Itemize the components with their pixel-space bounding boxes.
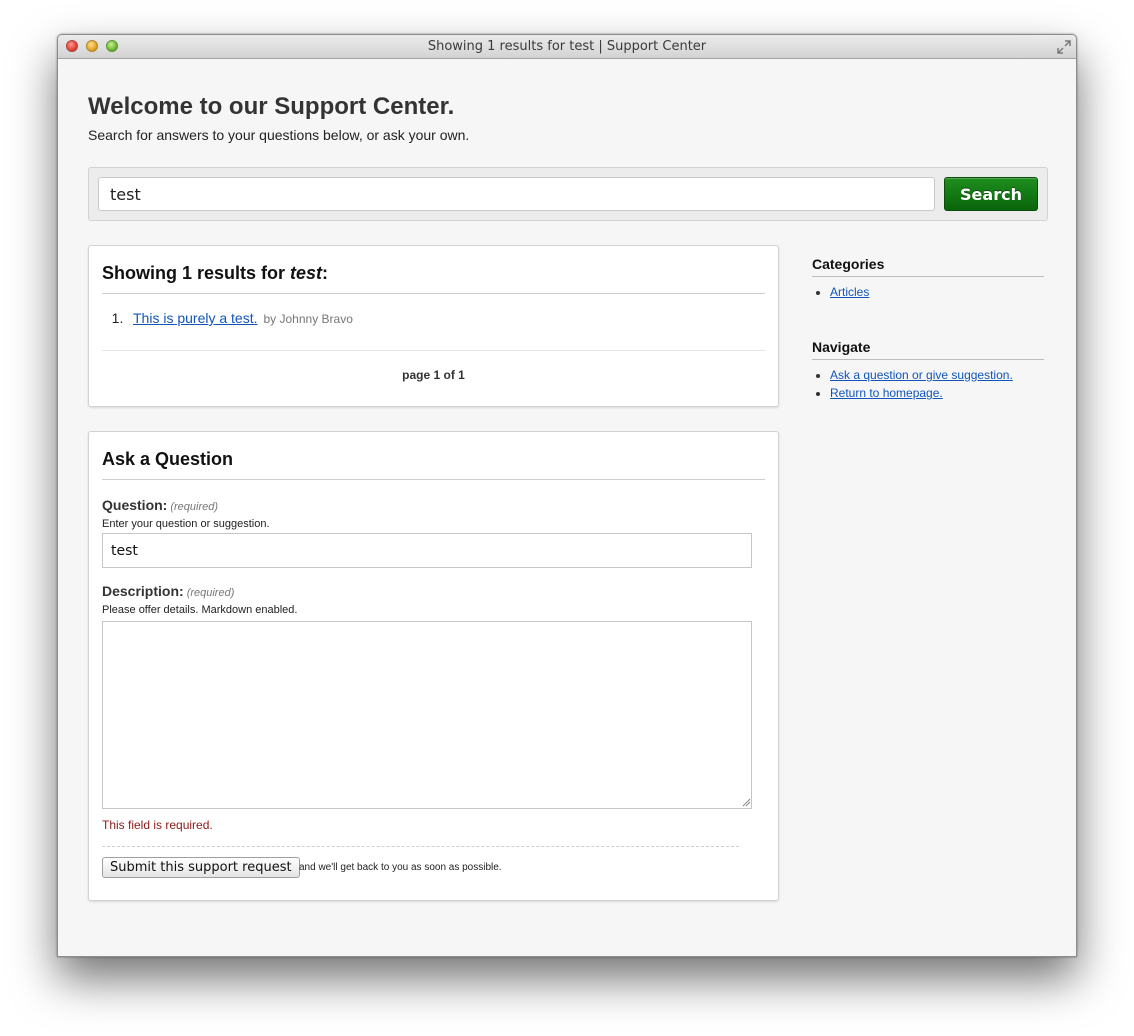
list-item: Ask a question or give suggestion. [830, 368, 1044, 382]
sidebar-categories: Categories Articles [812, 256, 1044, 303]
results-panel: Showing 1 results for test: 1. This is pu… [88, 245, 779, 407]
description-textarea[interactable] [102, 621, 752, 809]
form-divider [102, 846, 739, 847]
navigate-list: Ask a question or give suggestion. Retur… [812, 368, 1044, 400]
browser-window: Showing 1 results for test | Support Cen… [57, 34, 1077, 957]
close-window-button[interactable] [66, 40, 78, 52]
nav-link-homepage[interactable]: Return to homepage. [830, 386, 943, 400]
result-author: by Johnny Bravo [263, 312, 353, 326]
list-item: 1. This is purely a test. by Johnny Bravo [102, 310, 353, 326]
minimize-window-button[interactable] [86, 40, 98, 52]
description-hint: Please offer details. Markdown enabled. [102, 604, 298, 616]
description-label-text: Description: [102, 583, 184, 599]
ask-question-panel: Ask a Question Question: (required) Enter… [88, 431, 779, 901]
sidebar-navigate: Navigate Ask a question or give suggesti… [812, 339, 1044, 404]
resize-grip-icon[interactable] [741, 797, 751, 807]
question-required-note: (required) [170, 501, 219, 513]
submit-note: and we'll get back to you as soon as pos… [299, 862, 502, 873]
pagination-text: page 1 of 1 [402, 368, 465, 382]
categories-title: Categories [812, 256, 1044, 277]
fullscreen-icon[interactable] [1056, 39, 1072, 55]
results-heading-query: test [290, 263, 323, 283]
description-label: Description: (required) [102, 583, 234, 599]
question-hint: Enter your question or suggestion. [102, 518, 270, 530]
page-title: Welcome to our Support Center. [88, 93, 455, 120]
question-input[interactable] [102, 533, 752, 568]
results-list: 1. This is purely a test. by Johnny Bravo [102, 310, 353, 326]
result-number: 1. [111, 310, 124, 326]
question-label: Question: (required) [102, 497, 218, 513]
nav-link-ask-question[interactable]: Ask a question or give suggestion. [830, 368, 1013, 382]
description-error: This field is required. [102, 818, 213, 832]
search-bar: Search [88, 167, 1048, 221]
result-link[interactable]: This is purely a test. [133, 310, 258, 326]
search-button[interactable]: Search [944, 177, 1038, 211]
description-required-note: (required) [186, 587, 235, 599]
submit-request-button[interactable]: Submit this support request [102, 857, 300, 878]
categories-list: Articles [812, 285, 1044, 299]
list-item: Articles [830, 285, 1044, 299]
navigate-title: Navigate [812, 339, 1044, 360]
category-link-articles[interactable]: Articles [830, 285, 869, 299]
ask-heading: Ask a Question [102, 449, 765, 480]
window-title: Showing 1 results for test | Support Cen… [427, 39, 707, 54]
zoom-window-button[interactable] [106, 40, 118, 52]
list-item: Return to homepage. [830, 386, 1044, 400]
question-label-text: Question: [102, 497, 168, 513]
results-heading: Showing 1 results for test: [102, 263, 765, 294]
page-content: Welcome to our Support Center. Search fo… [58, 59, 1076, 956]
search-input[interactable] [98, 177, 935, 211]
window-titlebar[interactable]: Showing 1 results for test | Support Cen… [58, 35, 1076, 59]
results-divider [102, 350, 765, 351]
results-heading-suffix: : [322, 263, 329, 283]
results-heading-prefix: Showing 1 results for [102, 263, 291, 283]
page-subtitle: Search for answers to your questions bel… [88, 127, 470, 143]
